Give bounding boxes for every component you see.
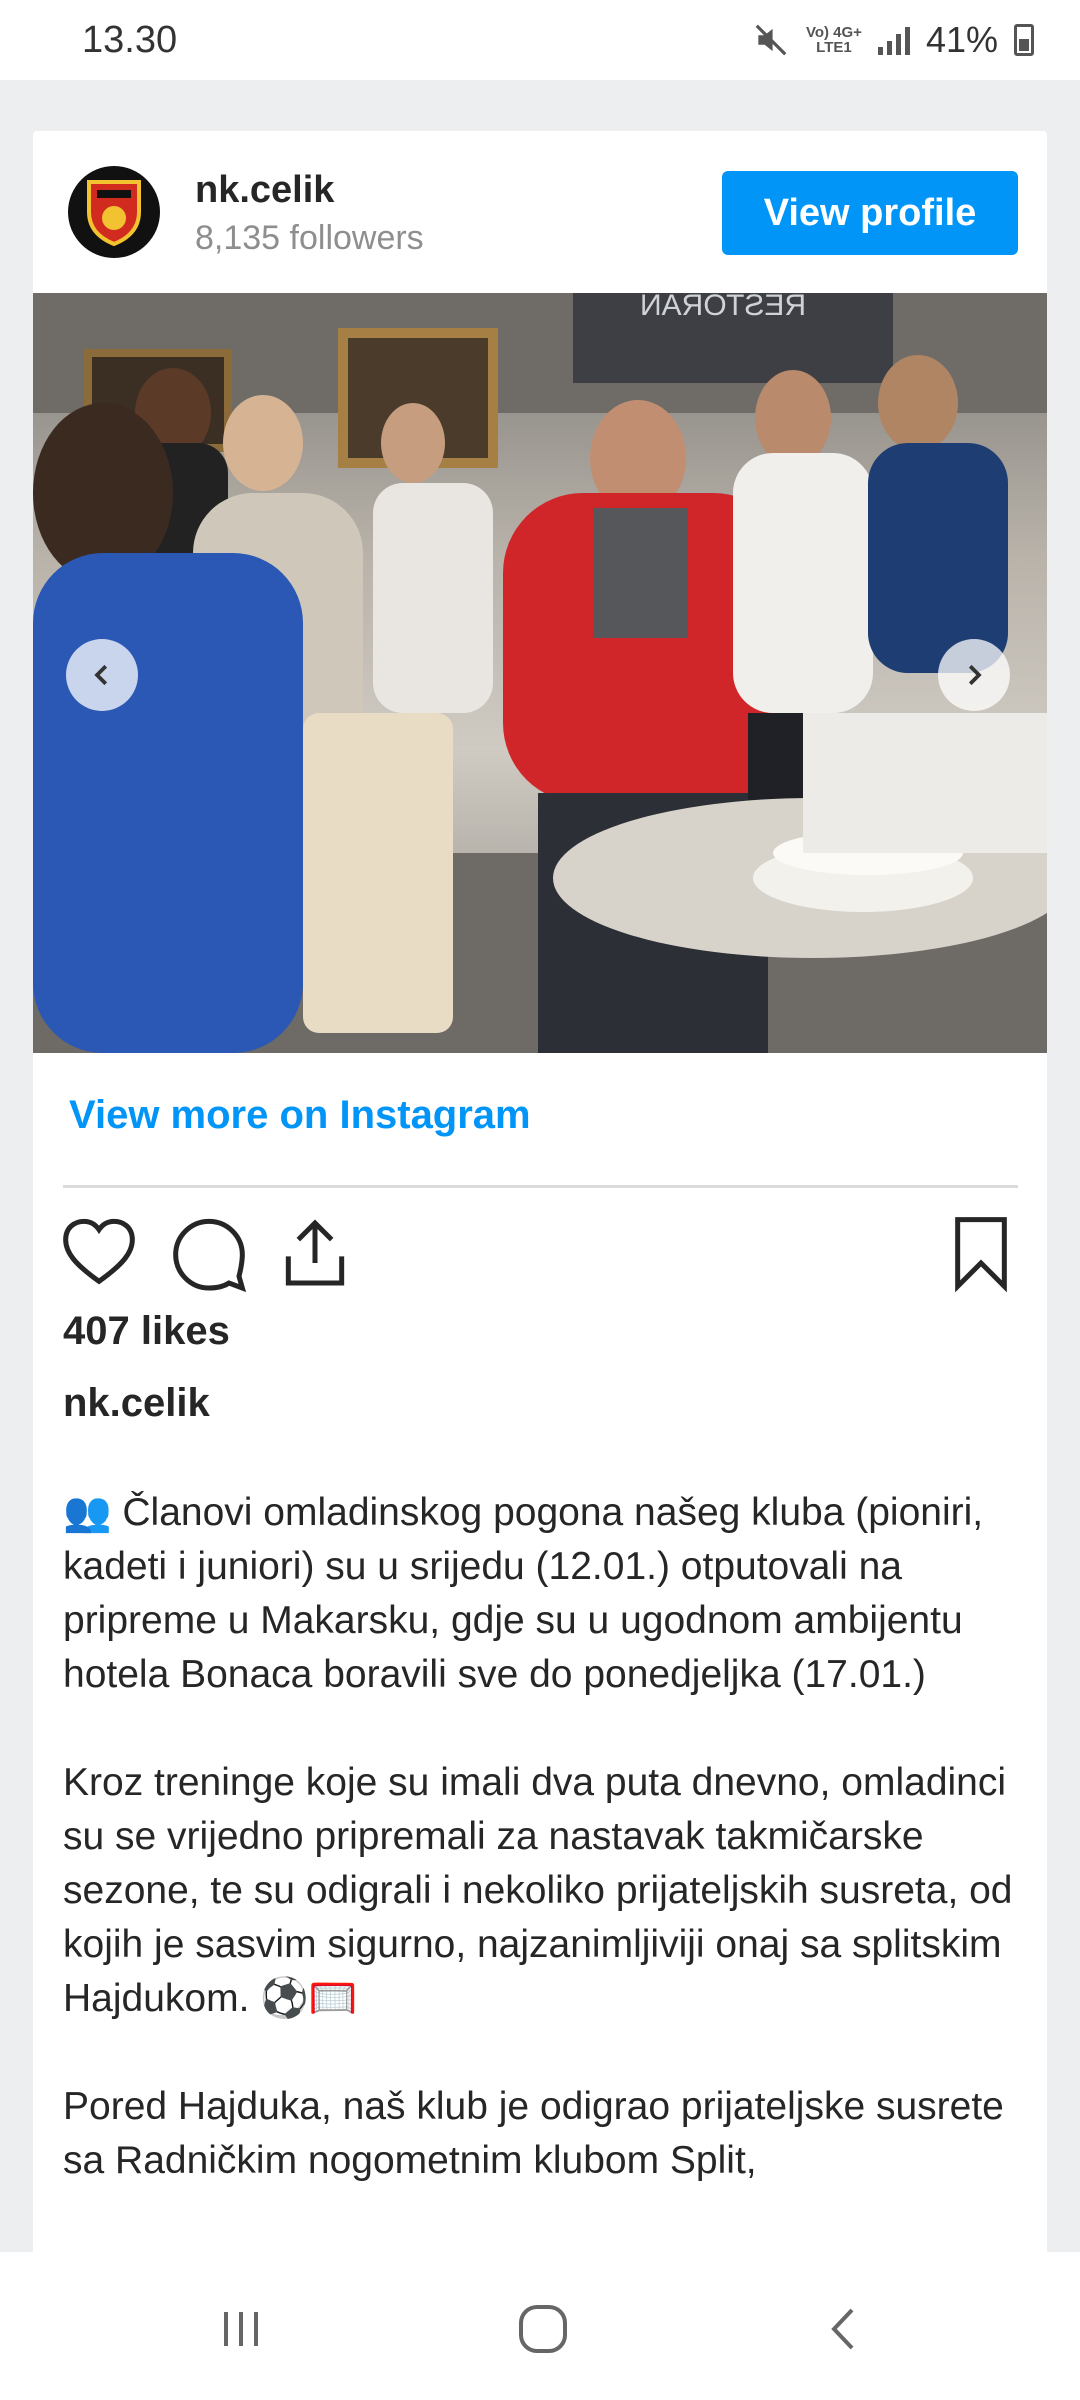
caption-username[interactable]: nk.celik: [63, 1381, 210, 1426]
restaurant-sign: RESTORAN: [640, 293, 806, 322]
comment-icon[interactable]: [169, 1213, 249, 1293]
home-icon: [519, 2305, 567, 2353]
carousel-dot: [576, 1116, 593, 1133]
post-username[interactable]: nk.celik: [195, 169, 334, 212]
battery-icon: [1014, 24, 1034, 56]
post-header: nk.celik 8,135 followers View profile: [33, 131, 1047, 293]
divider: [63, 1185, 1018, 1188]
network-type-top: Vo) 4G+: [805, 24, 862, 41]
view-profile-button[interactable]: View profile: [722, 171, 1018, 255]
share-icon[interactable]: [275, 1213, 355, 1293]
post-caption: 👥 Članovi omladinskog pogona našeg kluba…: [63, 1486, 1023, 2242]
carousel-dot: [606, 1116, 623, 1133]
home-button[interactable]: [508, 2294, 578, 2364]
heart-icon[interactable]: [59, 1213, 139, 1293]
instagram-embed-card: nk.celik 8,135 followers View profile RE…: [33, 131, 1047, 2271]
view-more-link[interactable]: View more on Instagram: [69, 1093, 531, 1138]
photo-scene: RESTORAN: [33, 293, 1047, 1053]
carousel-dot: [546, 1116, 563, 1133]
recents-icon: [224, 2312, 258, 2346]
back-icon: [831, 2308, 854, 2350]
post-photo[interactable]: RESTORAN: [33, 293, 1047, 1053]
caption-paragraph: Kroz treninge koje su imali dva puta dne…: [63, 1761, 1024, 2020]
system-nav-bar: [0, 2252, 1080, 2400]
followers-count: 8,135 followers: [195, 219, 424, 257]
bookmark-icon[interactable]: [941, 1213, 1021, 1293]
network-indicator: Vo) 4G+ LTE1: [806, 25, 862, 55]
carousel-dot: [666, 1116, 683, 1133]
carousel-prev-button[interactable]: [66, 639, 138, 711]
club-logo: [87, 180, 141, 247]
caption-paragraph: 👥 Članovi omladinskog pogona našeg kluba…: [63, 1491, 994, 1696]
mute-icon: [755, 24, 787, 56]
status-icons: Vo) 4G+ LTE1 41%: [752, 19, 1034, 61]
back-button[interactable]: [810, 2294, 880, 2364]
caption-paragraph: Pored Hajduka, naš klub je odigrao prija…: [63, 2085, 1015, 2182]
battery-percent: 41%: [925, 19, 998, 60]
carousel-next-button[interactable]: [938, 639, 1010, 711]
recents-button[interactable]: [206, 2294, 276, 2364]
chevron-right-icon: [968, 664, 982, 686]
action-bar: [33, 1213, 1047, 1303]
status-time: 13.30: [82, 18, 178, 61]
signal-icon: [877, 25, 910, 55]
status-bar: 13.30 Vo) 4G+ LTE1 41%: [0, 0, 1080, 80]
likes-count[interactable]: 407 likes: [63, 1309, 230, 1354]
network-type-bottom: LTE1: [816, 39, 852, 56]
chevron-left-icon: [94, 664, 108, 686]
carousel-dot: [636, 1116, 653, 1133]
avatar[interactable]: [68, 166, 160, 258]
